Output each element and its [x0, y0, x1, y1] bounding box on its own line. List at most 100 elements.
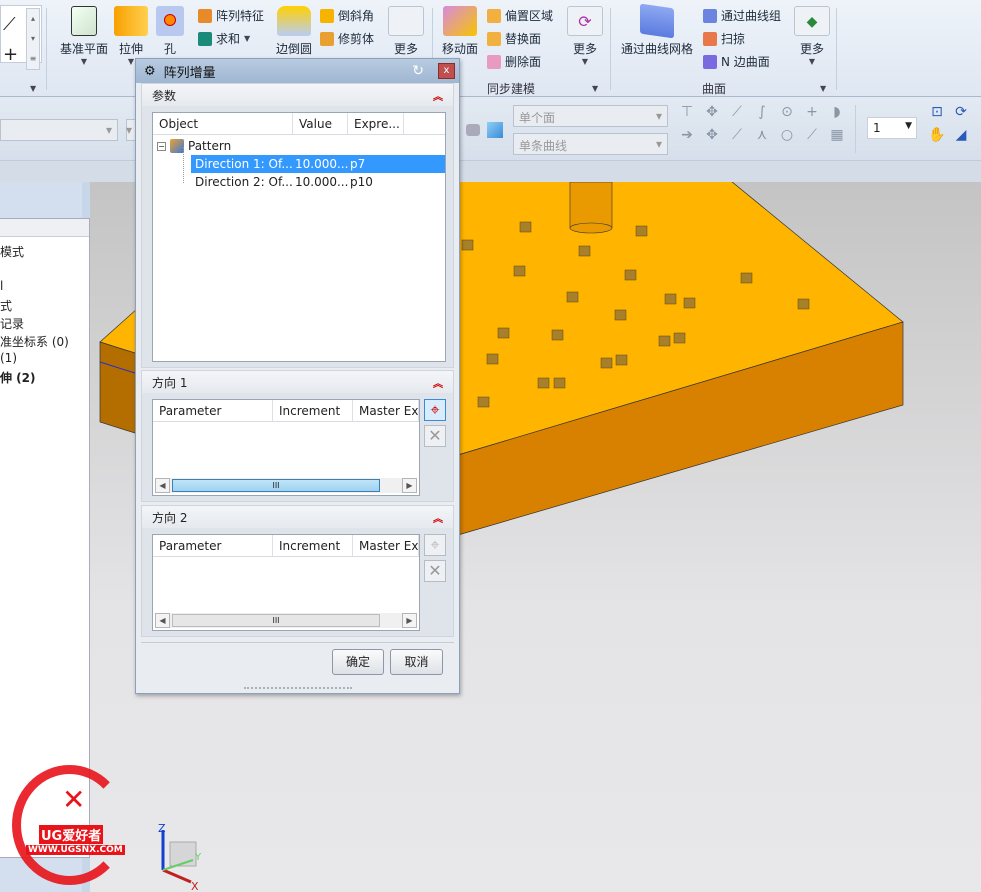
close-button[interactable]: x — [438, 63, 455, 79]
collapse-icon[interactable]: ︽ — [433, 510, 443, 525]
snap-icon[interactable]: ➔ — [678, 126, 696, 144]
rotate-icon[interactable]: ⟳ — [952, 103, 970, 121]
pad-bump — [551, 329, 564, 341]
snap-icon[interactable]: ∫ — [753, 103, 771, 121]
add-parameter-button[interactable]: ⌖ — [424, 399, 446, 421]
tree-item[interactable]: 准坐标系 (0) — [0, 333, 69, 350]
direction1-grid: Parameter Increment Master Ex ◀ III ▶ — [152, 399, 420, 496]
column-expression[interactable]: Expre... — [348, 113, 404, 134]
snap-icon[interactable]: ⟋ — [803, 126, 821, 144]
params-section-header[interactable]: 参数 ︽ — [142, 84, 453, 106]
horizontal-scrollbar[interactable]: ◀ III ▶ — [155, 478, 417, 493]
table-row[interactable]: Direction 1: Of... 10.000... p7 — [191, 155, 445, 173]
pad-bump — [553, 377, 566, 389]
tree-item[interactable]: 模式 — [0, 243, 24, 260]
column-increment[interactable]: Increment — [273, 400, 353, 421]
sync-more-button[interactable]: ⟳ 更多 ▼ — [566, 6, 604, 66]
direction2-header[interactable]: 方向 2 ︽ — [142, 506, 453, 528]
cancel-button[interactable]: 取消 — [390, 649, 443, 675]
snap-icon[interactable]: ⋏ — [753, 126, 771, 144]
face-rule-dropdown[interactable]: 单个面 — [513, 105, 668, 127]
replace-face-button[interactable]: 替换面 — [487, 30, 541, 47]
trim-body-button[interactable]: 修剪体 — [320, 30, 374, 47]
n-sided-surface-button[interactable]: N 边曲面 — [703, 53, 770, 70]
curve-rule-dropdown[interactable]: 单条曲线 — [513, 133, 668, 155]
resize-grip[interactable] — [244, 687, 352, 691]
horizontal-scrollbar[interactable]: ◀ III ▶ — [155, 613, 417, 628]
remove-parameter-button[interactable]: ✕ — [424, 560, 446, 582]
direction1-header[interactable]: 方向 1 ︽ — [142, 371, 453, 393]
view-triad: Z X Y — [158, 822, 202, 892]
column-object[interactable]: Object — [153, 113, 293, 134]
add-parameter-button[interactable]: ⌖ — [424, 534, 446, 556]
column-parameter[interactable]: Parameter — [153, 535, 273, 556]
feature-more-button[interactable]: 更多▼ — [387, 6, 425, 66]
collapse-toggle-icon[interactable]: − — [157, 141, 166, 151]
remove-parameter-button[interactable]: ✕ — [424, 425, 446, 447]
params-section: 参数 ︽ Object Value Expre... − Pattern Dire… — [141, 83, 454, 368]
surface-more-button[interactable]: ◆ 更多 ▼ — [793, 6, 831, 66]
pad-bump — [461, 239, 474, 251]
move-face-button[interactable]: 移动面 — [440, 6, 480, 57]
tree-node-pattern[interactable]: − Pattern — [157, 137, 231, 155]
group-expand-icon[interactable]: ▼ — [30, 84, 36, 93]
column-parameter[interactable]: Parameter — [153, 400, 273, 421]
fit-view-icon[interactable]: ⊡ — [928, 103, 946, 121]
hole-button[interactable]: 孔 — [152, 6, 188, 57]
through-curves-button[interactable]: 通过曲线组 — [703, 7, 781, 24]
column-value[interactable]: Value — [293, 113, 348, 134]
tree-item[interactable]: (1) — [0, 351, 17, 365]
body-icon — [487, 122, 503, 138]
tree-item[interactable]: l — [0, 279, 3, 293]
snap-icon[interactable]: ✥ — [703, 103, 721, 121]
pad-bump — [477, 396, 490, 408]
snap-icon[interactable]: + — [803, 103, 821, 121]
tree-item[interactable]: 式 — [0, 297, 12, 314]
column-increment[interactable]: Increment — [273, 535, 353, 556]
column-master-expression[interactable]: Master Ex — [353, 400, 419, 421]
dialog-titlebar[interactable]: ⚙ 阵列增量 ↻ x — [136, 59, 459, 83]
x-axis — [162, 868, 192, 884]
snap-icon[interactable]: ◗ — [828, 103, 846, 121]
offset-region-button[interactable]: 偏置区域 — [487, 7, 553, 24]
snap-icon[interactable]: ✥ — [703, 126, 721, 144]
trim-body-icon — [320, 31, 334, 46]
snap-icon[interactable]: ▦ — [828, 126, 846, 144]
unite-button[interactable]: 求和 ▼ — [198, 30, 250, 47]
snap-icon[interactable]: ⊤ — [678, 103, 696, 121]
group-expand-icon[interactable]: ▼ — [592, 84, 598, 93]
layer-dropdown[interactable]: 1 ▼ — [867, 117, 917, 139]
render-style-icon[interactable]: ◢ — [952, 126, 970, 144]
pad-bump — [519, 221, 532, 233]
type-filter-dropdown[interactable] — [0, 119, 118, 141]
reset-icon[interactable]: ↻ — [412, 63, 424, 79]
delete-face-button[interactable]: 删除面 — [487, 53, 541, 70]
tree-item[interactable]: 伸 (2) — [0, 369, 36, 386]
snap-icon[interactable]: ○ — [778, 126, 796, 144]
through-curve-mesh-button[interactable]: 通过曲线网格 — [618, 3, 696, 57]
collapse-icon[interactable]: ︽ — [433, 375, 443, 390]
column-master-expression[interactable]: Master Ex — [353, 535, 419, 556]
table-row[interactable]: Direction 2: Of... 10.000... p10 — [191, 173, 445, 191]
pan-icon[interactable]: ✋ — [928, 126, 946, 144]
swept-button[interactable]: 扫掠 — [703, 30, 745, 47]
chamfer-button[interactable]: 倒斜角 — [320, 7, 374, 24]
tree-item[interactable]: 记录 — [0, 315, 24, 332]
pattern-feature-button[interactable]: 阵列特征 — [198, 7, 264, 24]
extrude-button[interactable]: 拉伸 ▼ — [112, 6, 150, 66]
chamfer-icon — [320, 8, 334, 23]
edge-blend-button[interactable]: 边倒圆 — [272, 6, 316, 57]
y-label: Y — [194, 852, 202, 863]
direction2-section: 方向 2 ︽ Parameter Increment Master Ex ◀ III ▶ … — [141, 505, 454, 637]
snap-icon[interactable]: ⟋ — [728, 103, 746, 121]
gallery-scroll[interactable]: ▴ ▾ ≡ — [26, 8, 40, 70]
ok-button[interactable]: 确定 — [332, 649, 384, 675]
pattern-icon — [198, 8, 212, 23]
datum-plane-button[interactable]: 基准平面 ▼ — [56, 6, 112, 66]
group-expand-icon[interactable]: ▼ — [820, 84, 826, 93]
surface-group-label: 曲面 — [702, 82, 727, 96]
x-label: X — [191, 880, 199, 892]
snap-icon[interactable]: ⊙ — [778, 103, 796, 121]
snap-icon[interactable]: ⟋ — [728, 126, 746, 144]
collapse-icon[interactable]: ︽ — [433, 88, 443, 103]
